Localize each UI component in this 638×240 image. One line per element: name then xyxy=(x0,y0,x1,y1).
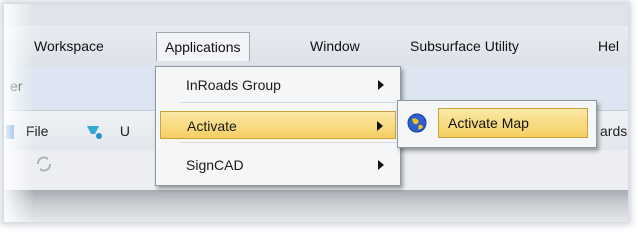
dropdown-item-label: Activate xyxy=(187,118,237,134)
u-toolbar-button[interactable]: U xyxy=(84,121,130,141)
submenu-item-label: Activate Map xyxy=(448,115,529,131)
menu-applications-label: Applications xyxy=(165,39,241,55)
dropdown-item-label: SignCAD xyxy=(186,157,244,173)
submenu-arrow-icon xyxy=(378,160,384,170)
menu-separator xyxy=(180,142,396,143)
menu-separator xyxy=(180,102,396,103)
dropdown-item-signcad[interactable]: SignCAD xyxy=(160,151,396,179)
menu-workspace[interactable]: Workspace xyxy=(26,34,112,58)
standards-toolbar-label: ards xyxy=(600,123,628,139)
dropdown-item-activate[interactable]: Activate xyxy=(160,111,396,139)
dropdown-item-label: InRoads Group xyxy=(186,77,281,93)
menu-subsurface-utility[interactable]: Subsurface Utility xyxy=(402,34,527,58)
standards-toolbar-button[interactable]: ards xyxy=(600,121,627,141)
menu-applications[interactable]: Applications xyxy=(156,32,250,61)
submenu-item-activate-map[interactable]: Activate Map xyxy=(402,108,590,138)
refresh-icon[interactable] xyxy=(32,152,56,176)
applications-dropdown: InRoads Group Activate SignCAD xyxy=(155,66,401,186)
u-toolbar-label: U xyxy=(119,123,131,139)
menu-subsurface-utility-label: Subsurface Utility xyxy=(410,38,519,54)
globe-icon xyxy=(407,113,427,133)
menu-help-label: Hel xyxy=(598,38,620,54)
submenu-arrow-icon xyxy=(377,121,383,131)
menu-window[interactable]: Window xyxy=(302,34,368,58)
menu-workspace-label: Workspace xyxy=(34,38,104,54)
activate-submenu: Activate Map xyxy=(397,100,597,148)
menu-window-label: Window xyxy=(310,38,360,54)
bottom-shadow xyxy=(4,190,628,222)
dropdown-item-inroads-group[interactable]: InRoads Group xyxy=(160,71,396,99)
menu-bar: Workspace Applications Window Subsurface… xyxy=(4,26,628,66)
left-edge-fade xyxy=(4,4,34,222)
menu-help[interactable]: Hel xyxy=(590,34,627,58)
water-drop-icon xyxy=(87,126,102,140)
submenu-arrow-icon xyxy=(378,80,384,90)
